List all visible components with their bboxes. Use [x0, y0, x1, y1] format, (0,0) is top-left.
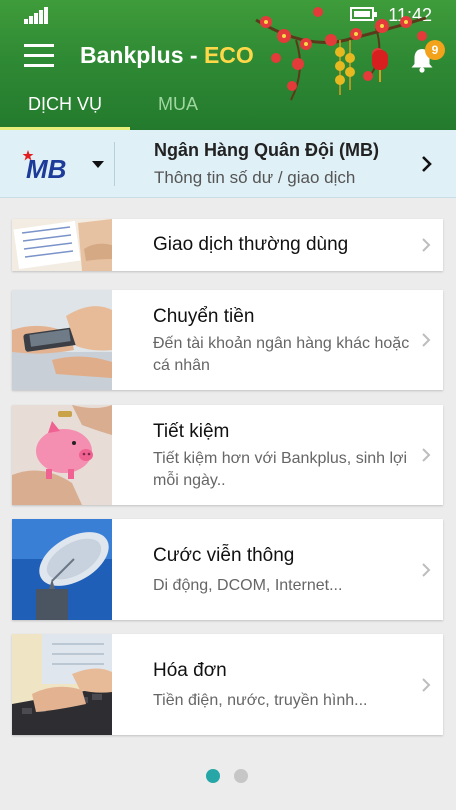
bank-selector[interactable]: MB Ngân Hàng Quân Đội (MB) Thông tin số … [0, 130, 456, 198]
hamburger-menu-icon[interactable] [24, 44, 56, 68]
service-card-savings[interactable]: Tiết kiệm Tiết kiệm hơn với Bankplus, si… [12, 405, 443, 505]
service-title: Hóa đơn [153, 660, 227, 681]
page-indicator [206, 769, 250, 785]
app-title-main: Bankplus - [80, 42, 204, 68]
service-card-frequent[interactable]: Giao dịch thường dùng [12, 219, 443, 271]
app-header: 11:42 Bankplus - ECO 9 DỊCH VỤ MUA [0, 0, 456, 130]
app-title-accent: ECO [203, 42, 254, 68]
service-description: Di động, DCOM, Internet... [153, 577, 343, 594]
tab-mua[interactable]: MUA [158, 94, 198, 115]
service-card-bills[interactable]: Hóa đơn Tiền điện, nước, truyền hình... [12, 634, 443, 735]
chevron-right-icon [422, 156, 432, 172]
chevron-right-icon [422, 448, 431, 462]
mb-logo-text: MB [26, 154, 66, 182]
page-dot-active[interactable] [206, 769, 220, 783]
bank-subtitle: Thông tin số dư / giao dịch [154, 168, 356, 187]
service-title: Tiết kiệm [153, 421, 230, 442]
piggy-bank-thumbnail [12, 405, 112, 505]
chevron-right-icon [422, 238, 431, 252]
tab-bar: DỊCH VỤ MUA [0, 90, 456, 130]
bank-name: Ngân Hàng Quân Đội (MB) [154, 140, 379, 160]
service-card-transfer[interactable]: Chuyển tiền Đến tài khoản ngân hàng khác… [12, 290, 443, 390]
chevron-right-icon [422, 333, 431, 347]
satellite-dish-thumbnail [12, 519, 112, 620]
phone-hands-thumbnail [12, 290, 112, 390]
service-card-telecom[interactable]: Cước viễn thông Di động, DCOM, Internet.… [12, 519, 443, 620]
service-description: Đến tài khoản ngân hàng khác hoặc cá nhâ… [153, 335, 410, 374]
chevron-right-icon [422, 678, 431, 692]
app-title: Bankplus - ECO [80, 42, 254, 69]
keyboard-hands-thumbnail [12, 634, 112, 735]
service-title: Chuyển tiền [153, 306, 255, 327]
tab-dich-vu[interactable]: DỊCH VỤ [28, 94, 102, 115]
page-dot[interactable] [234, 769, 248, 783]
notification-badge: 9 [425, 40, 445, 60]
signal-bars-icon [24, 6, 50, 24]
service-description: Tiền điện, nước, truyền hình... [153, 692, 368, 709]
chevron-right-icon [422, 563, 431, 577]
mb-bank-logo[interactable]: MB [22, 146, 112, 182]
service-title: Giao dịch thường dùng [153, 234, 349, 255]
service-description: Tiết kiệm hơn với Bankplus, sinh lợi mỗi… [153, 450, 408, 489]
receipt-thumbnail [12, 219, 112, 271]
bank-divider [114, 142, 115, 186]
service-title: Cước viễn thông [153, 545, 295, 566]
